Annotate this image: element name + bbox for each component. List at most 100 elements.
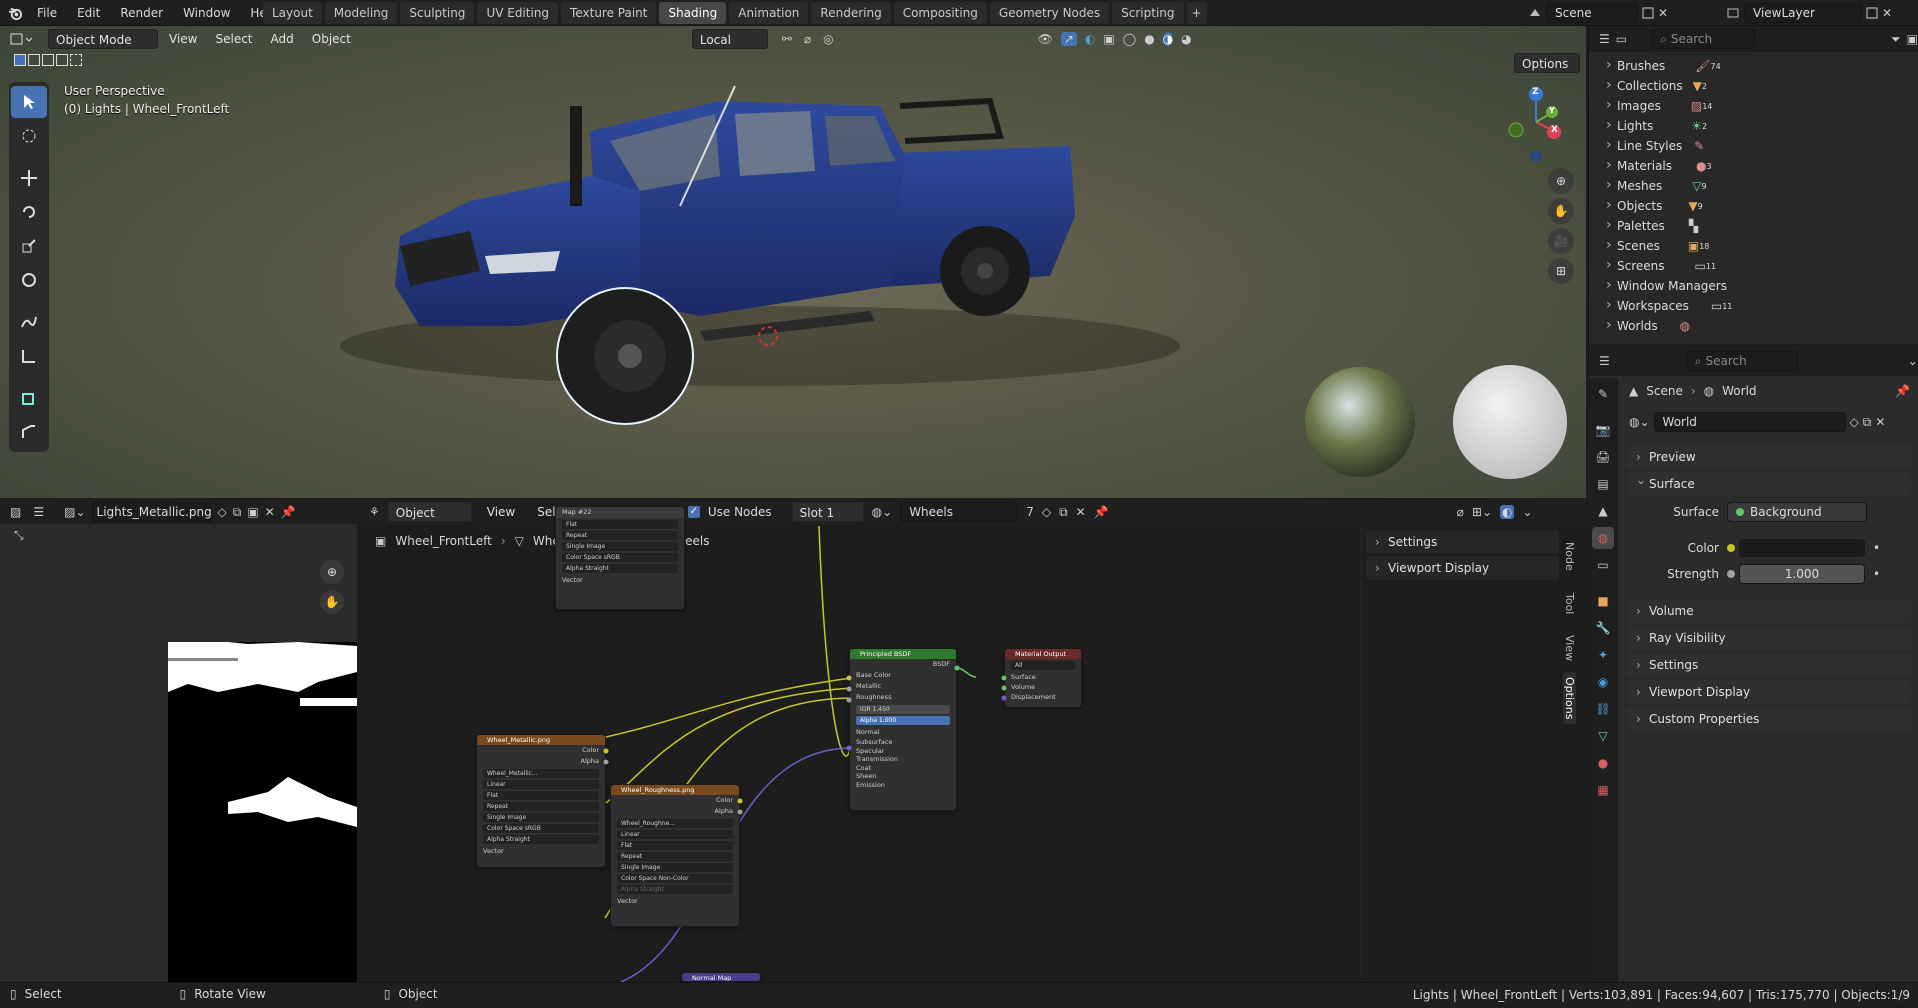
fake-user-icon[interactable]: ◇: [1850, 415, 1859, 429]
output-surface-socket[interactable]: Surface: [1005, 672, 1081, 682]
menu-window[interactable]: Window: [173, 0, 240, 26]
bsdf-subsurface-panel[interactable]: Subsurface: [850, 738, 956, 747]
roughness-source[interactable]: Single Image: [617, 863, 733, 872]
outliner-search[interactable]: ⌕ Search: [1651, 29, 1756, 49]
metallic-extension[interactable]: Repeat: [483, 802, 599, 811]
roughness-alpha-output[interactable]: Alpha: [611, 806, 739, 817]
pivot-icon[interactable]: ⚯: [782, 32, 792, 46]
annotate-tool-icon[interactable]: [11, 306, 47, 338]
sample-tool-icon[interactable]: ⤡: [14, 528, 24, 543]
display-mode-icon[interactable]: ▭: [1616, 32, 1627, 46]
tab-shading[interactable]: Shading: [659, 2, 727, 24]
map-alpha[interactable]: Alpha Straight: [562, 564, 678, 573]
new-image-icon[interactable]: ⧉: [233, 505, 242, 520]
image-texture-node-roughness[interactable]: Wheel_Roughness.png Color Alpha Wheel_Ro…: [610, 784, 740, 927]
roughness-image-field[interactable]: Wheel_Roughne...: [617, 819, 733, 828]
node-settings-panel[interactable]: Settings: [1366, 530, 1559, 554]
properties-editor-type-icon[interactable]: ☰: [1599, 354, 1610, 368]
modifier-tab-icon[interactable]: 🔧: [1592, 617, 1614, 639]
image-browse-icon[interactable]: ▨⌄: [64, 505, 85, 519]
breadcrumb-world[interactable]: World: [1722, 384, 1756, 398]
world-name-field[interactable]: World: [1653, 412, 1846, 432]
properties-options-icon[interactable]: ⌄: [1908, 354, 1918, 368]
map-color-space[interactable]: Color Space sRGB: [562, 553, 678, 562]
sidebar-tab-tool[interactable]: Tool: [1563, 584, 1576, 624]
viewport-options-button[interactable]: Options: [1514, 53, 1580, 73]
tab-animation[interactable]: Animation: [729, 2, 809, 24]
add-cube-tool-icon[interactable]: [11, 382, 47, 414]
metallic-image-field[interactable]: Wheel_Metallic...: [483, 769, 599, 778]
bsdf-normal[interactable]: Normal: [850, 727, 956, 738]
navigation-gizmo[interactable]: Z X Y: [1500, 84, 1580, 164]
tab-rendering[interactable]: Rendering: [811, 2, 891, 24]
zoom-icon[interactable]: ⊕: [1548, 168, 1574, 194]
tab-compositing[interactable]: Compositing: [893, 2, 987, 24]
keyframe-dot-icon[interactable]: •: [1873, 567, 1880, 581]
tab-sculpting[interactable]: Sculpting: [400, 2, 475, 24]
physics-tab-icon[interactable]: ◉: [1592, 671, 1614, 693]
select-extend-icon[interactable]: [28, 54, 40, 66]
filter-icon[interactable]: ⏷: [1891, 32, 1901, 47]
move-tool-icon[interactable]: [11, 162, 47, 194]
metallic-alpha-output[interactable]: Alpha: [477, 756, 605, 767]
duplicate-world-icon[interactable]: ⧉: [1863, 415, 1872, 430]
view-layer-selector[interactable]: ViewLayer: [1744, 3, 1862, 23]
outliner-item-screens[interactable]: Screens▭11: [1589, 256, 1918, 276]
panel-ray-visibility[interactable]: Ray Visibility: [1627, 626, 1911, 650]
outliner-item-lights[interactable]: Lights☀2: [1589, 116, 1918, 136]
rotate-tool-icon[interactable]: [11, 196, 47, 228]
breadcrumb-scene[interactable]: Scene: [1646, 384, 1683, 398]
new-scene-icon[interactable]: [1642, 7, 1654, 19]
bsdf-roughness[interactable]: Roughness: [850, 692, 956, 703]
roughness-interpolation[interactable]: Linear: [617, 830, 733, 839]
metallic-color-space[interactable]: Color Space sRGB: [483, 824, 599, 833]
pan-hand-icon[interactable]: ✋: [320, 590, 344, 614]
object-tab-icon[interactable]: ■: [1592, 590, 1614, 612]
menu-edit[interactable]: Edit: [67, 0, 110, 26]
scale-tool-icon[interactable]: [11, 230, 47, 262]
roughness-projection[interactable]: Flat: [617, 841, 733, 850]
material-tab-icon[interactable]: ●: [1592, 752, 1614, 774]
close-view-layer-icon[interactable]: ✕: [1882, 6, 1892, 20]
bsdf-alpha-field[interactable]: Alpha 1.000: [856, 716, 950, 725]
constraints-tab-icon[interactable]: ⛓: [1592, 698, 1614, 720]
material-output-node[interactable]: Material Output All Surface Volume Displ…: [1004, 648, 1082, 708]
metallic-image-preview[interactable]: [168, 642, 357, 982]
visibility-icon[interactable]: 👁: [1038, 32, 1053, 46]
render-tab-icon[interactable]: 📷: [1592, 419, 1614, 441]
color-swatch[interactable]: [1739, 539, 1865, 557]
viewport-menu-select[interactable]: Select: [208, 29, 259, 49]
strength-field[interactable]: 1.000: [1739, 564, 1865, 584]
roughness-alpha-mode[interactable]: Alpha Straight: [617, 885, 733, 894]
measure-tool-icon[interactable]: [11, 340, 47, 372]
keyframe-dot-icon[interactable]: •: [1873, 541, 1880, 555]
pin-icon[interactable]: 📌: [281, 505, 296, 519]
sidebar-tab-options[interactable]: Options: [1563, 672, 1576, 724]
outliner-item-objects[interactable]: Objects▼9: [1589, 196, 1918, 216]
bsdf-coat-panel[interactable]: Coat: [850, 764, 956, 773]
snap-icon[interactable]: ⌀: [804, 32, 811, 46]
tab-scripting[interactable]: Scripting: [1112, 2, 1184, 24]
data-tab-icon[interactable]: ▽: [1592, 725, 1614, 747]
wireframe-shading-icon[interactable]: ◯: [1123, 32, 1136, 46]
view-layer-tab-icon[interactable]: ▤: [1592, 473, 1614, 495]
roughness-color-space[interactable]: Color Space Non-Color: [617, 874, 733, 883]
orientation-selector[interactable]: Local: [691, 29, 768, 49]
bsdf-specular-panel[interactable]: Specular: [850, 747, 956, 756]
unlink-image-icon[interactable]: ✕: [265, 505, 275, 519]
outliner-item-scenes[interactable]: Scenes▣18: [1589, 236, 1918, 256]
roughness-extension[interactable]: Repeat: [617, 852, 733, 861]
extrude-tool-icon[interactable]: [11, 416, 47, 448]
principled-bsdf-node[interactable]: Principled BSDF BSDF Base Color Metallic…: [849, 648, 957, 811]
camera-view-icon[interactable]: 🎥: [1548, 228, 1574, 254]
outliner-item-palettes[interactable]: Palettes▚: [1589, 216, 1918, 236]
new-collection-icon[interactable]: ▣: [1907, 32, 1918, 46]
3d-viewport[interactable]: [0, 26, 1586, 498]
scene-selector[interactable]: Scene: [1546, 3, 1638, 23]
scene-tab-icon[interactable]: ▲: [1592, 500, 1614, 522]
bsdf-output-socket[interactable]: BSDF: [850, 659, 956, 670]
metallic-vector-socket[interactable]: Vector: [477, 846, 605, 857]
hamburger-menu-icon[interactable]: ☰: [33, 505, 44, 519]
roughness-color-output[interactable]: Color: [611, 795, 739, 806]
image-editor-type-icon[interactable]: ▨: [10, 505, 21, 519]
